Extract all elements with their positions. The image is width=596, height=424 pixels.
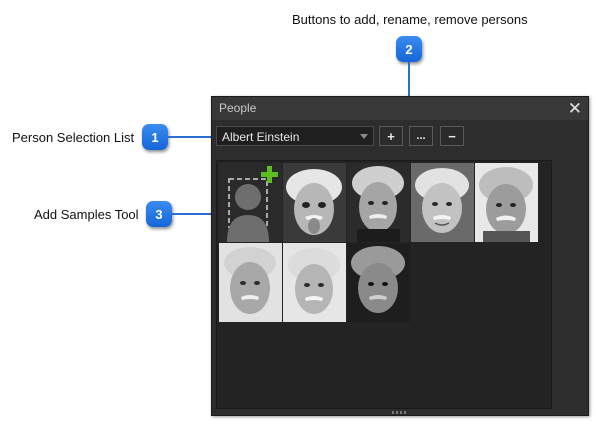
add-person-sample-icon	[227, 166, 278, 242]
panel-titlebar: People ✕	[212, 97, 588, 120]
sample-photo[interactable]	[283, 243, 346, 322]
callout-badge-3: 3	[146, 201, 172, 227]
buttons-callout-text: Buttons to add, rename, remove persons	[292, 12, 528, 27]
chevron-down-icon	[360, 134, 368, 139]
callout-badge-2: 2	[396, 36, 422, 62]
remove-person-button[interactable]: −	[440, 126, 464, 146]
add-person-button[interactable]: +	[379, 126, 403, 146]
sample-photo[interactable]	[347, 163, 410, 242]
add-samples-tool[interactable]	[219, 163, 282, 242]
sample-photo[interactable]	[219, 243, 282, 322]
callout-badge-1: 1	[142, 124, 168, 150]
ellipsis-icon: ...	[416, 130, 426, 142]
minus-icon: −	[448, 128, 456, 144]
samples-grid	[216, 160, 552, 409]
samples-callout-text: Add Samples Tool	[34, 207, 139, 222]
resize-grip[interactable]	[392, 411, 408, 414]
person-select[interactable]: Albert Einstein	[216, 126, 374, 146]
people-panel: People ✕ Albert Einstein + ... −	[211, 96, 589, 416]
person-select-value: Albert Einstein	[222, 130, 300, 144]
plus-icon: +	[387, 128, 395, 144]
panel-title: People	[219, 101, 257, 115]
person-list-callout-text: Person Selection List	[12, 130, 135, 145]
rename-person-button[interactable]: ...	[409, 126, 433, 146]
sample-photo[interactable]	[411, 163, 474, 242]
sample-photo[interactable]	[475, 163, 538, 242]
sample-photo[interactable]	[347, 243, 410, 322]
close-icon[interactable]: ✕	[568, 97, 582, 120]
sample-photo[interactable]	[283, 163, 346, 242]
callout-line-1	[168, 136, 216, 138]
